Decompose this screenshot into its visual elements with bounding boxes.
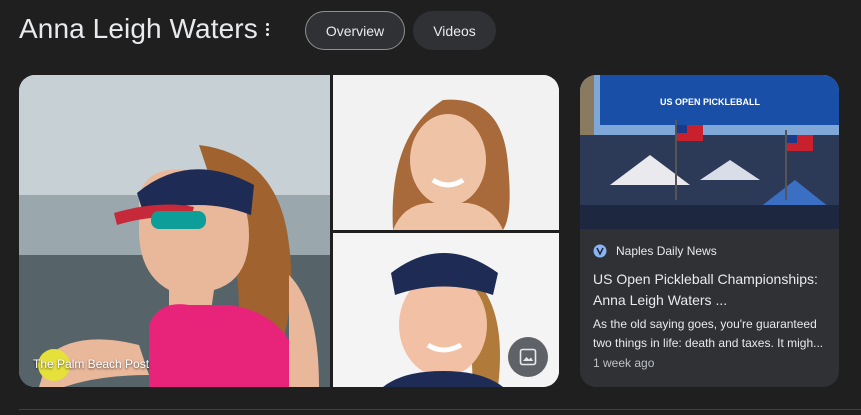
entity-title: Anna Leigh Waters <box>19 13 258 44</box>
news-timestamp: 1 week ago <box>593 356 655 370</box>
image-search-button[interactable] <box>508 337 548 377</box>
image-icon <box>519 348 537 366</box>
main-photo-illustration <box>19 75 330 387</box>
tab-videos[interactable]: Videos <box>413 11 496 50</box>
tab-overview[interactable]: Overview <box>305 11 405 50</box>
more-vert-icon[interactable] <box>262 23 272 39</box>
news-source: Naples Daily News <box>593 244 717 258</box>
news-headline[interactable]: US Open Pickleball Championships: Anna L… <box>593 269 829 311</box>
news-photo: US OPEN PICKLEBALL <box>580 75 839 229</box>
news-source-name: Naples Daily News <box>616 244 717 258</box>
image-source-caption: The Palm Beach Post <box>33 357 150 371</box>
headshot-photo-top[interactable] <box>333 75 559 230</box>
headshot-top-illustration <box>333 75 559 230</box>
tournament-photo-illustration: US OPEN PICKLEBALL <box>580 75 839 229</box>
divider <box>19 409 861 410</box>
headshot-photo-bottom[interactable] <box>333 233 559 387</box>
newspaper-favicon-icon <box>593 244 607 258</box>
image-gallery: The Palm Beach Post <box>19 75 559 387</box>
banner-text: US OPEN PICKLEBALL <box>660 97 761 107</box>
news-card[interactable]: US OPEN PICKLEBALL Naples Daily News US … <box>580 75 839 387</box>
main-player-photo[interactable]: The Palm Beach Post <box>19 75 330 387</box>
news-snippet: As the old saying goes, you're guarantee… <box>593 317 824 350</box>
